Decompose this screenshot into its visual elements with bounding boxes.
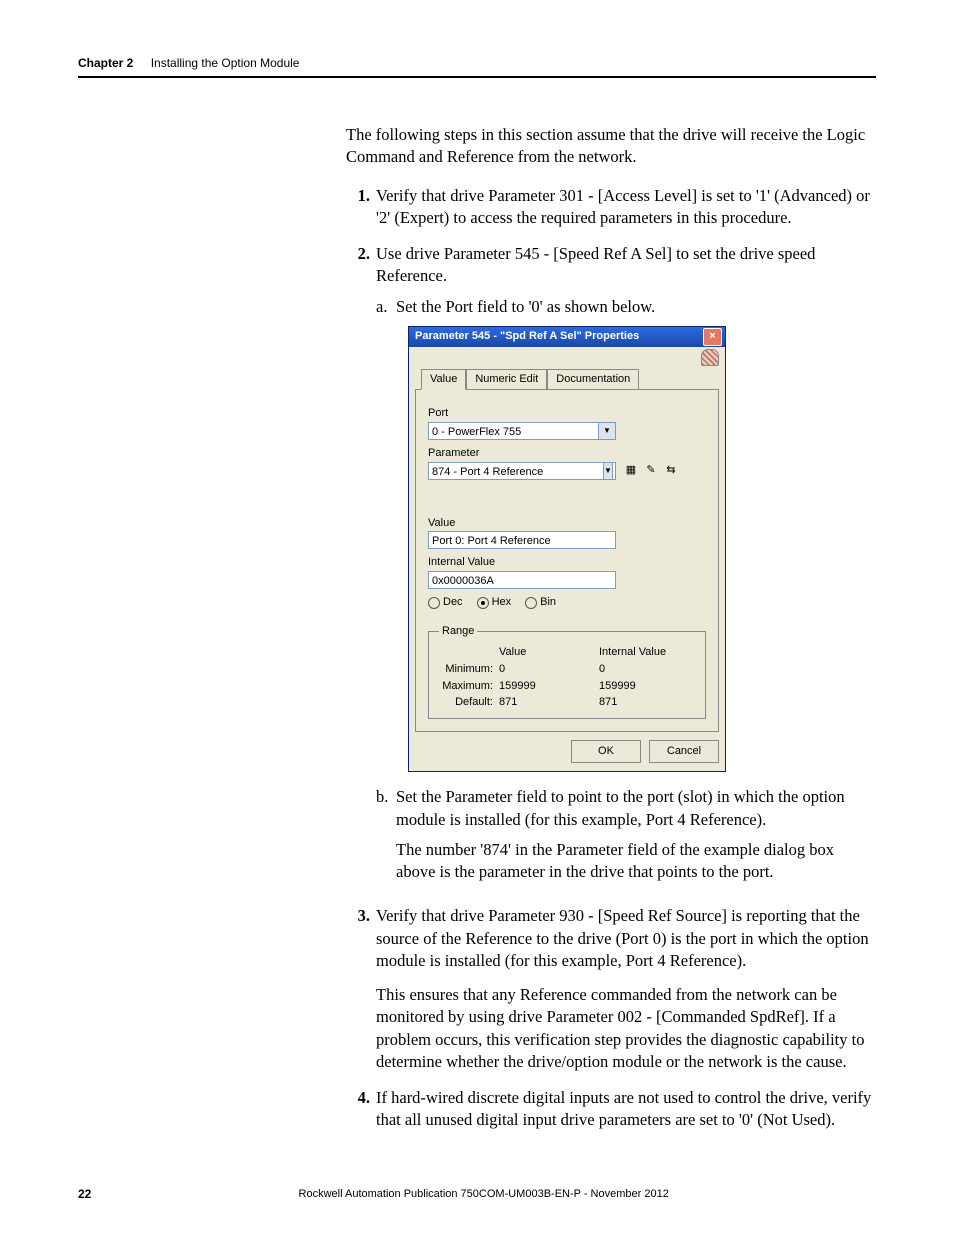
step-1-number: 1. — [346, 185, 370, 230]
radix-bin[interactable]: Bin — [525, 595, 556, 610]
range-hdr-value: Value — [499, 645, 599, 660]
range-max-internal: 159999 — [599, 679, 689, 694]
step-4-text: If hard-wired discrete digital inputs ar… — [376, 1087, 876, 1132]
parameter-label: Parameter — [428, 446, 706, 461]
port-select[interactable]: 0 - PowerFlex 755 — [428, 422, 611, 440]
range-def-label: Default: — [439, 695, 499, 710]
port-label: Port — [428, 406, 706, 421]
step-2b-para: The number '874' in the Parameter field … — [396, 839, 876, 884]
properties-dialog: Parameter 545 - "Spd Ref A Sel" Properti… — [408, 326, 726, 772]
running-header: Chapter 2 Installing the Option Module — [78, 56, 876, 78]
step-2a-mark: a. — [376, 296, 396, 318]
value-field[interactable]: Port 0: Port 4 Reference — [428, 531, 616, 549]
step-2-number: 2. — [346, 243, 370, 891]
radix-dec[interactable]: Dec — [428, 595, 463, 610]
range-max-value: 159999 — [499, 679, 599, 694]
tab-documentation[interactable]: Documentation — [547, 369, 639, 389]
step-3-para: This ensures that any Reference commande… — [376, 984, 876, 1073]
range-legend: Range — [439, 624, 477, 639]
range-hdr-internal: Internal Value — [599, 645, 689, 660]
internal-value-field[interactable]: 0x0000036A — [428, 571, 616, 589]
range-max-label: Maximum: — [439, 679, 499, 694]
range-min-label: Minimum: — [439, 662, 499, 677]
tab-value[interactable]: Value — [421, 369, 466, 390]
step-2a-text: Set the Port field to '0' as shown below… — [396, 296, 876, 318]
parameter-select[interactable]: 874 - Port 4 Reference — [428, 462, 616, 480]
step-2b-mark: b. — [376, 786, 396, 883]
close-icon[interactable]: × — [703, 328, 722, 346]
internal-value-label: Internal Value — [428, 555, 706, 570]
range-min-value: 0 — [499, 662, 599, 677]
radix-group: Dec Hex Bin — [428, 595, 706, 610]
wand-icon[interactable]: ✎ — [643, 463, 659, 479]
cancel-button[interactable]: Cancel — [649, 740, 719, 763]
chapter-label: Chapter 2 — [78, 56, 133, 70]
step-3-number: 3. — [346, 905, 370, 1073]
tab-strip: Value Numeric Edit Documentation — [415, 369, 719, 390]
chevron-down-icon[interactable]: ▼ — [598, 422, 616, 440]
range-min-internal: 0 — [599, 662, 689, 677]
publication-id: Rockwell Automation Publication 750COM-U… — [91, 1188, 876, 1200]
intro-paragraph: The following steps in this section assu… — [346, 124, 876, 169]
chapter-title: Installing the Option Module — [151, 56, 300, 70]
value-label: Value — [428, 516, 706, 531]
page-footer: 22 Rockwell Automation Publication 750CO… — [78, 1187, 876, 1201]
step-2b-text: Set the Parameter field to point to the … — [396, 786, 876, 831]
chart-icon[interactable]: ▦ — [623, 463, 639, 479]
range-def-value: 871 — [499, 695, 599, 710]
tab-numeric-edit[interactable]: Numeric Edit — [466, 369, 547, 389]
dialog-title: Parameter 545 - "Spd Ref A Sel" Properti… — [415, 329, 639, 344]
tree-icon[interactable]: ⇆ — [663, 463, 679, 479]
step-2-text: Use drive Parameter 545 - [Speed Ref A S… — [376, 243, 876, 288]
dialog-titlebar[interactable]: Parameter 545 - "Spd Ref A Sel" Properti… — [409, 327, 725, 347]
step-1-text: Verify that drive Parameter 301 - [Acces… — [376, 185, 876, 230]
range-group: Range Value Internal Value Minimum: 0 0 … — [428, 624, 706, 719]
parameter-toolbar-icon[interactable] — [701, 349, 719, 366]
ok-button[interactable]: OK — [571, 740, 641, 763]
step-4-number: 4. — [346, 1087, 370, 1132]
chevron-down-icon[interactable]: ▼ — [603, 462, 613, 480]
radix-hex[interactable]: Hex — [477, 595, 512, 610]
step-3-text: Verify that drive Parameter 930 - [Speed… — [376, 905, 876, 972]
range-def-internal: 871 — [599, 695, 689, 710]
page-number: 22 — [78, 1187, 91, 1201]
